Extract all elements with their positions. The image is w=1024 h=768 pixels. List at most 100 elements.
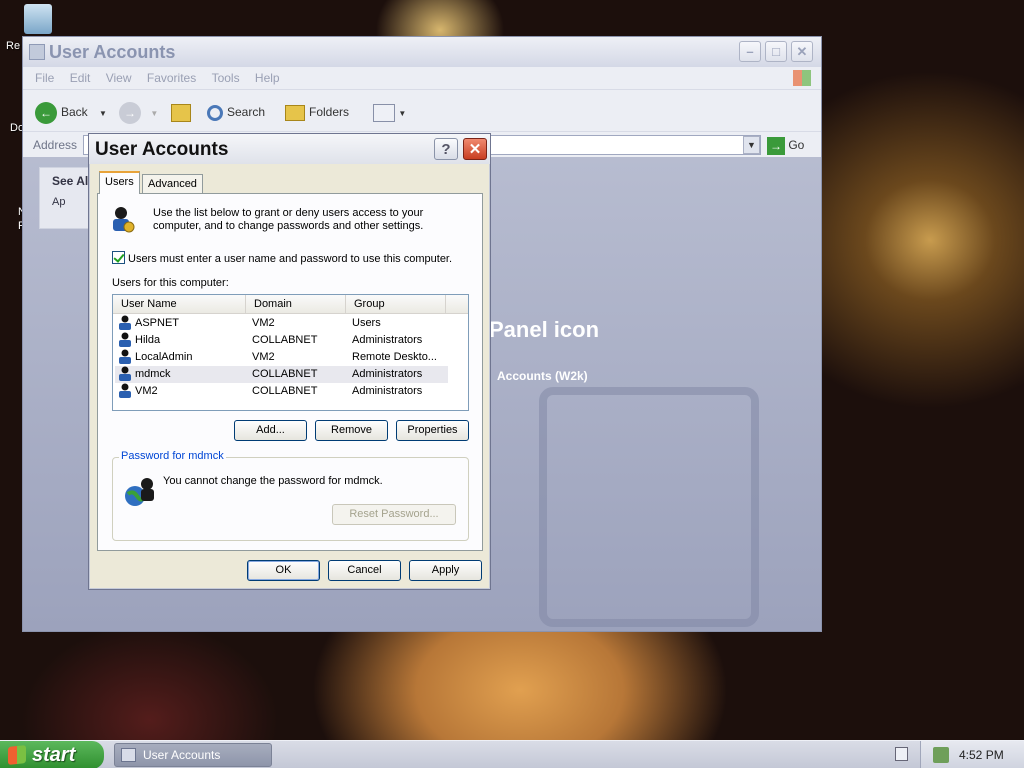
address-dropdown-icon[interactable]: ▼ — [743, 136, 760, 154]
user-globe-icon — [125, 478, 154, 506]
keyboard-icon[interactable] — [895, 747, 908, 761]
group-cell: Administrators — [352, 368, 423, 380]
standard-toolbar: ← Back ▼ → ▼ Search Folders ▼ — [23, 89, 821, 131]
require-login-checkbox[interactable] — [112, 251, 125, 264]
tab-users[interactable]: Users — [99, 171, 140, 194]
recycle-bin-icon[interactable] — [24, 4, 52, 34]
views-button[interactable]: ▼ — [373, 100, 406, 124]
menu-favorites[interactable]: Favorites — [147, 71, 196, 85]
require-login-row[interactable]: Users must enter a user name and passwor… — [112, 251, 452, 266]
add-button[interactable]: Add... — [234, 420, 307, 441]
users-list[interactable]: User Name Domain Group ASPNET VM2 Users Hil… — [112, 294, 469, 411]
clock[interactable]: 4:52 PM — [959, 741, 1004, 768]
apply-button[interactable]: Apply — [409, 560, 482, 581]
system-tray: 4:52 PM — [920, 741, 1024, 768]
back-arrow-icon: ← — [35, 101, 57, 124]
require-login-label: Users must enter a user name and passwor… — [128, 253, 453, 265]
back-button[interactable]: ← Back ▼ — [35, 100, 107, 124]
users-keys-icon — [113, 207, 135, 233]
table-row[interactable]: Hilda COLLABNET Administrators — [115, 332, 448, 349]
views-icon — [373, 103, 395, 122]
table-row[interactable]: LocalAdmin VM2 Remote Deskto... — [115, 349, 448, 366]
domain-cell: VM2 — [252, 351, 275, 363]
user-accounts-dialog: User Accounts ? ✕ Users Advanced Use the… — [88, 133, 491, 590]
address-label: Address — [33, 138, 78, 152]
table-row[interactable]: ASPNET VM2 Users — [115, 315, 448, 332]
ok-button[interactable]: OK — [247, 560, 320, 581]
column-group[interactable]: Group — [346, 295, 446, 314]
back-dropdown-icon[interactable]: ▼ — [99, 109, 107, 118]
windows-logo-icon — [793, 70, 811, 86]
users-tab-page: Use the list below to grant or deny user… — [97, 193, 483, 551]
user-icon — [118, 383, 132, 398]
explorer-titlebar[interactable]: User Accounts – □ ✕ — [23, 37, 821, 67]
control-panel-icon — [29, 44, 45, 60]
user-name-cell: Hilda — [135, 334, 161, 346]
help-button[interactable]: ? — [434, 138, 458, 160]
panel-icon-heading: Panel icon — [489, 317, 600, 342]
search-icon — [207, 104, 223, 121]
go-button[interactable]: → Go — [767, 135, 804, 155]
user-icon — [118, 349, 132, 364]
user-icon — [118, 315, 132, 330]
menu-tools[interactable]: Tools — [212, 71, 240, 85]
search-label: Search — [227, 105, 266, 119]
menu-bar: File Edit View Favorites Tools Help — [23, 67, 821, 89]
domain-cell: COLLABNET — [252, 334, 318, 346]
maximize-button[interactable]: □ — [765, 41, 787, 62]
folders-button[interactable]: Folders — [285, 100, 349, 124]
group-cell: Users — [352, 317, 381, 329]
tab-advanced[interactable]: Advanced — [142, 174, 203, 193]
windows-flag-icon — [8, 745, 26, 765]
remove-button[interactable]: Remove — [315, 420, 388, 441]
back-label: Back — [61, 105, 88, 119]
cancel-button[interactable]: Cancel — [328, 560, 401, 581]
close-button[interactable]: ✕ — [791, 41, 813, 62]
control-panel-watermark-icon — [539, 387, 759, 627]
up-folder-icon — [171, 103, 191, 122]
folders-label: Folders — [309, 105, 350, 119]
minimize-button[interactable]: – — [739, 41, 761, 62]
password-groupbox: Password for mdmck You cannot change the… — [112, 450, 469, 541]
menu-edit[interactable]: Edit — [70, 71, 91, 85]
go-arrow-icon: → — [767, 136, 785, 155]
table-row[interactable]: VM2 COLLABNET Administrators — [115, 383, 448, 400]
control-panel-icon — [121, 748, 136, 762]
password-group-legend: Password for mdmck — [119, 450, 226, 462]
column-domain[interactable]: Domain — [246, 295, 346, 314]
users-list-label: Users for this computer: — [112, 277, 229, 289]
views-dropdown-icon: ▼ — [398, 109, 407, 118]
forward-button[interactable]: → ▼ — [119, 100, 158, 124]
group-cell: Administrators — [352, 334, 423, 346]
accounts-w2k-text: Accounts (W2k) — [497, 369, 588, 383]
menu-help[interactable]: Help — [255, 71, 280, 85]
user-icon — [118, 366, 132, 381]
properties-button[interactable]: Properties — [396, 420, 469, 441]
password-message: You cannot change the password for mdmck… — [163, 475, 383, 487]
dialog-titlebar[interactable]: User Accounts — [89, 134, 490, 164]
taskbar-button-user-accounts[interactable]: User Accounts — [114, 743, 272, 767]
dialog-title: User Accounts — [95, 139, 229, 160]
search-button[interactable]: Search — [207, 100, 265, 124]
forward-dropdown-icon[interactable]: ▼ — [150, 109, 158, 118]
dialog-close-button[interactable]: ✕ — [463, 138, 487, 160]
menu-file[interactable]: File — [35, 71, 54, 85]
start-button[interactable]: start — [0, 741, 104, 768]
up-folder-button[interactable] — [171, 100, 191, 124]
menu-view[interactable]: View — [106, 71, 132, 85]
explorer-title: User Accounts — [49, 42, 176, 62]
user-name-cell: LocalAdmin — [135, 351, 193, 363]
go-label: Go — [788, 138, 805, 152]
domain-cell: COLLABNET — [252, 368, 318, 380]
domain-cell: COLLABNET — [252, 385, 318, 397]
taskbar: start User Accounts 4:52 PM — [0, 740, 1024, 768]
user-icon — [118, 332, 132, 347]
network-icon[interactable] — [933, 747, 949, 763]
folders-icon — [285, 104, 305, 121]
table-row[interactable]: mdmck COLLABNET Administrators — [115, 366, 448, 383]
user-name-cell: ASPNET — [135, 317, 180, 329]
desktop-icon-label-recycle: Re — [6, 40, 21, 52]
users-list-header: User Name Domain Group — [113, 295, 468, 314]
column-user-name[interactable]: User Name — [113, 295, 246, 314]
reset-password-button[interactable]: Reset Password... — [332, 504, 456, 525]
